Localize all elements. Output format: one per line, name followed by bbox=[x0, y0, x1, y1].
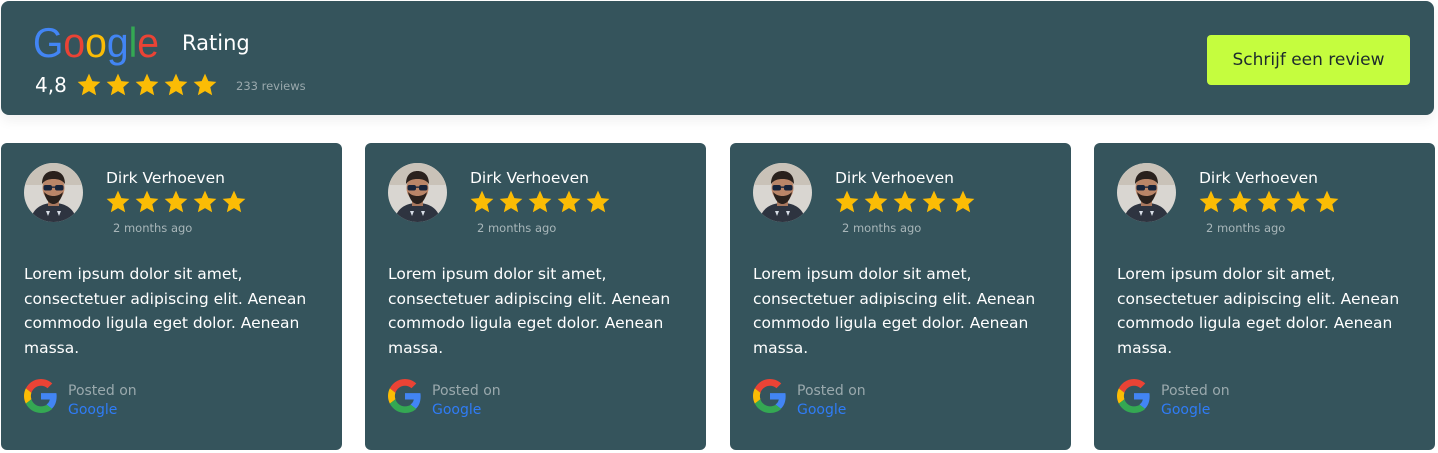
source-link[interactable]: Google bbox=[432, 402, 481, 418]
source-link[interactable]: Google bbox=[1161, 402, 1210, 418]
google-g-icon bbox=[24, 379, 58, 413]
star-icon bbox=[135, 190, 159, 213]
review-text: Lorem ipsum dolor sit amet, consectetuer… bbox=[753, 265, 1036, 357]
review-card: Dirk Verhoeven 2 months ago Lorem ipsum … bbox=[1094, 143, 1435, 450]
star-icon bbox=[164, 73, 188, 96]
review-count: 233 reviews bbox=[236, 79, 306, 93]
google-g-icon bbox=[1117, 379, 1151, 413]
google-g-icon bbox=[753, 379, 787, 413]
star-icon bbox=[499, 190, 523, 213]
star-icon bbox=[1257, 190, 1281, 213]
review-text: Lorem ipsum dolor sit amet, consectetuer… bbox=[388, 265, 671, 357]
reviewer-name: Dirk Verhoeven bbox=[835, 169, 954, 187]
star-icon bbox=[586, 190, 610, 213]
rating-header: Google Rating 4,8 233 reviews Schrijf ee… bbox=[1, 1, 1434, 115]
review-time: 2 months ago bbox=[1206, 221, 1286, 235]
posted-on-label: Posted on bbox=[1161, 383, 1230, 399]
star-icon bbox=[1315, 190, 1339, 213]
star-icon bbox=[164, 190, 188, 213]
header-star-rating bbox=[76, 72, 218, 98]
review-card: Dirk Verhoeven 2 months ago Lorem ipsum … bbox=[365, 143, 706, 450]
source-link[interactable]: Google bbox=[797, 402, 846, 418]
star-icon bbox=[470, 190, 494, 213]
reviewer-avatar bbox=[388, 163, 447, 222]
star-icon bbox=[1228, 190, 1252, 213]
star-icon bbox=[106, 190, 130, 213]
review-card: Dirk Verhoeven 2 months ago Lorem ipsum … bbox=[1, 143, 342, 450]
reviewer-name: Dirk Verhoeven bbox=[1199, 169, 1318, 187]
reviewer-avatar bbox=[753, 163, 812, 222]
write-review-button[interactable]: Schrijf een review bbox=[1207, 35, 1410, 85]
google-g-icon bbox=[388, 379, 422, 413]
review-star-rating bbox=[1198, 189, 1340, 215]
star-icon bbox=[864, 190, 888, 213]
star-icon bbox=[1286, 190, 1310, 213]
star-icon bbox=[106, 73, 130, 96]
reviewer-name: Dirk Verhoeven bbox=[106, 169, 225, 187]
star-icon bbox=[893, 190, 917, 213]
star-icon bbox=[951, 190, 975, 213]
star-icon bbox=[135, 73, 159, 96]
star-icon bbox=[528, 190, 552, 213]
reviewer-avatar bbox=[24, 163, 83, 222]
star-icon bbox=[222, 190, 246, 213]
rating-value: 4,8 bbox=[35, 73, 67, 97]
review-time: 2 months ago bbox=[477, 221, 557, 235]
review-card: Dirk Verhoeven 2 months ago Lorem ipsum … bbox=[730, 143, 1071, 450]
svg-text:Google: Google bbox=[33, 22, 159, 66]
source-link[interactable]: Google bbox=[68, 402, 117, 418]
star-icon bbox=[1199, 190, 1223, 213]
star-icon bbox=[557, 190, 581, 213]
review-star-rating bbox=[105, 189, 247, 215]
reviewer-name: Dirk Verhoeven bbox=[470, 169, 589, 187]
review-time: 2 months ago bbox=[113, 221, 193, 235]
review-time: 2 months ago bbox=[842, 221, 922, 235]
google-logo: Google bbox=[33, 22, 159, 66]
review-star-rating bbox=[469, 189, 611, 215]
star-icon bbox=[835, 190, 859, 213]
star-icon bbox=[77, 73, 101, 96]
posted-on-label: Posted on bbox=[432, 383, 501, 399]
star-icon bbox=[193, 190, 217, 213]
posted-on-label: Posted on bbox=[68, 383, 137, 399]
star-icon bbox=[922, 190, 946, 213]
review-text: Lorem ipsum dolor sit amet, consectetuer… bbox=[1117, 265, 1400, 357]
reviewer-avatar bbox=[1117, 163, 1176, 222]
rating-title: Rating bbox=[182, 31, 250, 55]
review-star-rating bbox=[834, 189, 976, 215]
posted-on-label: Posted on bbox=[797, 383, 866, 399]
review-text: Lorem ipsum dolor sit amet, consectetuer… bbox=[24, 265, 307, 357]
star-icon bbox=[193, 73, 217, 96]
